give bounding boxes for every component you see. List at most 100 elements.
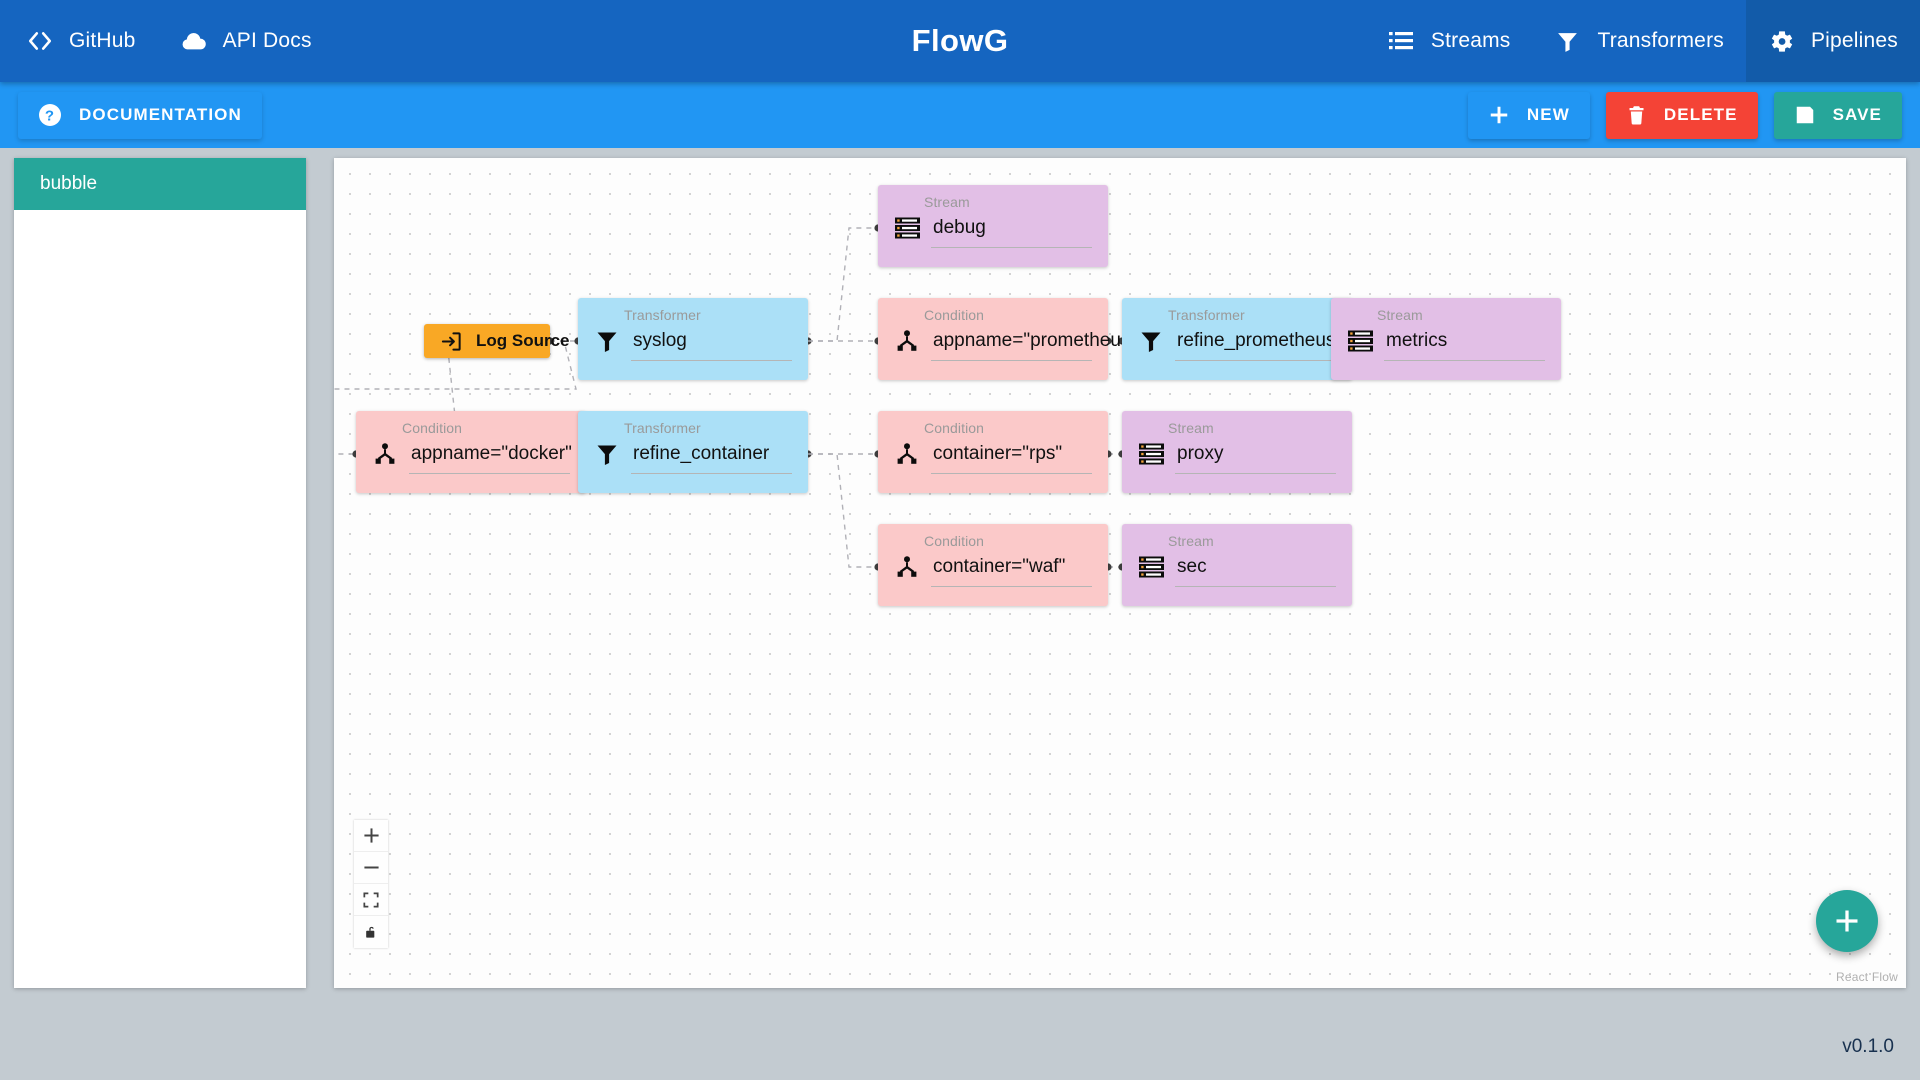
flow-node-label: sec — [1177, 556, 1207, 577]
flow-node-underline — [931, 360, 1092, 361]
flow-node-underline — [631, 473, 792, 474]
save-button[interactable]: SAVE — [1773, 91, 1902, 139]
add-node-fab[interactable] — [1816, 890, 1878, 952]
flow-node-kind-label: Stream — [924, 194, 970, 210]
filter-icon — [594, 441, 620, 467]
flow-node-underline — [931, 586, 1092, 587]
flow-node-syslog[interactable]: Transformer syslog — [578, 298, 808, 380]
flow-node-label: metrics — [1386, 330, 1448, 351]
stream-icon — [1138, 441, 1164, 467]
flow-node-metrics[interactable]: Stream metrics — [1331, 298, 1561, 380]
stream-icon — [1138, 554, 1164, 580]
version-label: v0.1.0 — [1842, 1036, 1894, 1057]
nav-tab-streams[interactable]: Streams — [1366, 0, 1533, 82]
flow-node-underline — [1175, 586, 1336, 587]
flow-node-cond-rps[interactable]: Condition container="rps" — [878, 411, 1108, 493]
flow-node-label: refine_container — [633, 443, 770, 464]
flow-node-proxy[interactable]: Stream proxy — [1122, 411, 1352, 493]
flow-node-cond-docker[interactable]: Condition appname="docker" — [356, 411, 586, 493]
nav-link-github[interactable]: GitHub — [0, 0, 158, 82]
flow-node-cond-prometheus[interactable]: Condition appname="prometheus" — [878, 298, 1137, 380]
flow-node-log-source[interactable]: Log Source — [424, 324, 570, 358]
plus-icon — [1836, 910, 1858, 932]
flow-node-refine_container[interactable]: Transformer refine_container — [578, 411, 808, 493]
branch-icon — [894, 441, 920, 467]
flow-node-kind-label: Condition — [924, 420, 985, 436]
flow-node-body: syslog — [594, 328, 792, 354]
flow-node-body: container="rps" — [894, 441, 1092, 467]
nav-link-api-docs[interactable]: API Docs — [158, 0, 334, 82]
flow-canvas-container[interactable]: Log Source Transformer syslog Stream debug Co… — [334, 158, 1906, 988]
flow-node-underline — [1175, 473, 1336, 474]
flow-node-body: proxy — [1138, 441, 1336, 467]
branch-icon — [894, 554, 920, 580]
flow-node-debug[interactable]: Stream debug — [878, 185, 1108, 267]
filter-icon — [1554, 28, 1581, 55]
flow-node-label: appname="docker" — [411, 443, 572, 464]
filter-icon — [594, 328, 620, 354]
svg-text:?: ? — [45, 108, 55, 125]
branch-icon — [894, 328, 920, 354]
flow-node-label: syslog — [633, 330, 687, 351]
code-brackets-icon — [26, 28, 53, 55]
sidebar-item-bubble-label: bubble — [40, 173, 98, 194]
navbar-left-group: GitHub API Docs — [0, 0, 334, 82]
toggle-interactivity-button[interactable] — [354, 916, 388, 948]
fit-view-button[interactable] — [354, 884, 388, 916]
flow-node-body: appname="prometheus" — [894, 328, 1137, 354]
flow-node-body: refine_prometheus — [1138, 328, 1336, 354]
documentation-button-label: DOCUMENTATION — [79, 105, 242, 124]
flow-node-kind-label: Stream — [1377, 307, 1423, 323]
canvas-controls — [354, 820, 388, 948]
save-button-label: SAVE — [1832, 105, 1882, 124]
delete-button[interactable]: DELETE — [1605, 91, 1758, 139]
nav-tab-pipelines[interactable]: Pipelines — [1745, 0, 1920, 82]
flow-node-label: container="waf" — [933, 556, 1066, 577]
cloud-icon — [180, 28, 207, 55]
flow-node-body: container="waf" — [894, 554, 1092, 580]
flow-node-underline — [1384, 360, 1545, 361]
flow-node-kind-label: Condition — [924, 307, 985, 323]
flow-node-cond-waf[interactable]: Condition container="waf" — [878, 524, 1108, 606]
flow-node-label: appname="prometheus" — [933, 330, 1138, 351]
flow-node-kind-label: Transformer — [1168, 307, 1245, 323]
stream-icon — [1347, 328, 1373, 354]
action-buttons-group: NEW DELETE SAVE — [1467, 91, 1902, 139]
filter-icon — [1138, 328, 1164, 354]
flow-node-sec[interactable]: Stream sec — [1122, 524, 1352, 606]
zoom-out-button[interactable] — [354, 852, 388, 884]
flow-node-body: refine_container — [594, 441, 792, 467]
flow-node-refine_prometheus[interactable]: Transformer refine_prometheus — [1122, 298, 1352, 380]
login-arrow-icon — [438, 328, 464, 354]
flow-node-body: sec — [1138, 554, 1336, 580]
flow-node-underline — [931, 247, 1092, 248]
flow-node-kind-label: Condition — [924, 533, 985, 549]
status-bar: v0.1.0 — [0, 1000, 1920, 1080]
flow-node-label: proxy — [1177, 443, 1224, 464]
plus-icon — [1488, 104, 1510, 126]
help-circle-icon: ? — [38, 103, 62, 127]
nav-link-api-docs-label: API Docs — [222, 29, 312, 52]
nav-tab-transformers[interactable]: Transformers — [1532, 0, 1745, 82]
documentation-button[interactable]: ? DOCUMENTATION — [18, 91, 262, 139]
flow-node-underline — [931, 473, 1092, 474]
sidebar-item-bubble[interactable]: bubble — [14, 158, 306, 210]
floppy-disk-icon — [1794, 104, 1816, 126]
nav-tab-pipelines-label: Pipelines — [1810, 29, 1898, 52]
flow-node-body: appname="docker" — [372, 441, 572, 467]
pipeline-list-sidebar: bubble — [14, 158, 306, 988]
flow-node-kind-label: Transformer — [624, 420, 701, 436]
gear-icon — [1768, 28, 1795, 55]
flow-node-body: debug — [894, 215, 1092, 241]
new-button[interactable]: NEW — [1467, 91, 1590, 139]
flow-node-log-source-label: Log Source — [476, 331, 570, 350]
zoom-in-button[interactable] — [354, 820, 388, 852]
flow-node-underline — [1175, 360, 1336, 361]
flow-node-label: debug — [933, 217, 986, 238]
nav-tab-transformers-label: Transformers — [1597, 29, 1724, 52]
trash-icon — [1626, 104, 1647, 126]
flow-node-kind-label: Transformer — [624, 307, 701, 323]
list-icon — [1388, 28, 1415, 55]
react-flow-attribution: React Flow — [1835, 970, 1898, 984]
flow-canvas-grid[interactable]: Log Source Transformer syslog Stream debug Co… — [334, 158, 1906, 988]
